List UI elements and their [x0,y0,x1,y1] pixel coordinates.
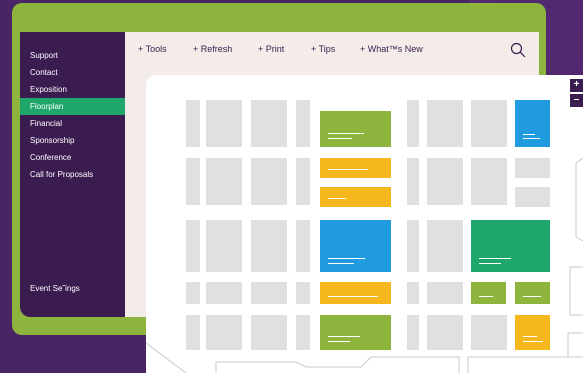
whats-new-button[interactable]: + What™s New [360,44,423,60]
sidebar-item-floorplan[interactable]: Floorplan [20,98,125,115]
tools-button[interactable]: + Tools [138,44,193,60]
sidebar-item-exposition[interactable]: Exposition [20,81,125,98]
tips-button[interactable]: + Tips [311,44,360,60]
floorplan-map[interactable] [146,75,583,373]
sidebar: Support Contact Exposition Floorplan Fin… [20,32,125,317]
sidebar-item-sponsorship[interactable]: Sponsorship [20,132,125,149]
print-button[interactable]: + Print [258,44,311,60]
sidebar-item-event-settings[interactable]: Event Se˜ings [30,284,80,293]
sidebar-item-conference[interactable]: Conference [20,149,125,166]
refresh-button[interactable]: + Refresh [193,44,258,60]
sidebar-item-contact[interactable]: Contact [20,64,125,81]
sidebar-item-support[interactable]: Support [20,47,125,64]
search-icon[interactable] [510,42,526,58]
toolbar: + Tools + Refresh + Print + Tips + What™… [138,44,423,60]
zoom-in-button[interactable]: + [570,79,583,92]
floor-outline [146,157,583,373]
sidebar-item-call-for-proposals[interactable]: Call for Proposals [20,166,125,183]
sidebar-item-financial[interactable]: Financial [20,115,125,132]
zoom-out-button[interactable]: – [570,94,583,107]
